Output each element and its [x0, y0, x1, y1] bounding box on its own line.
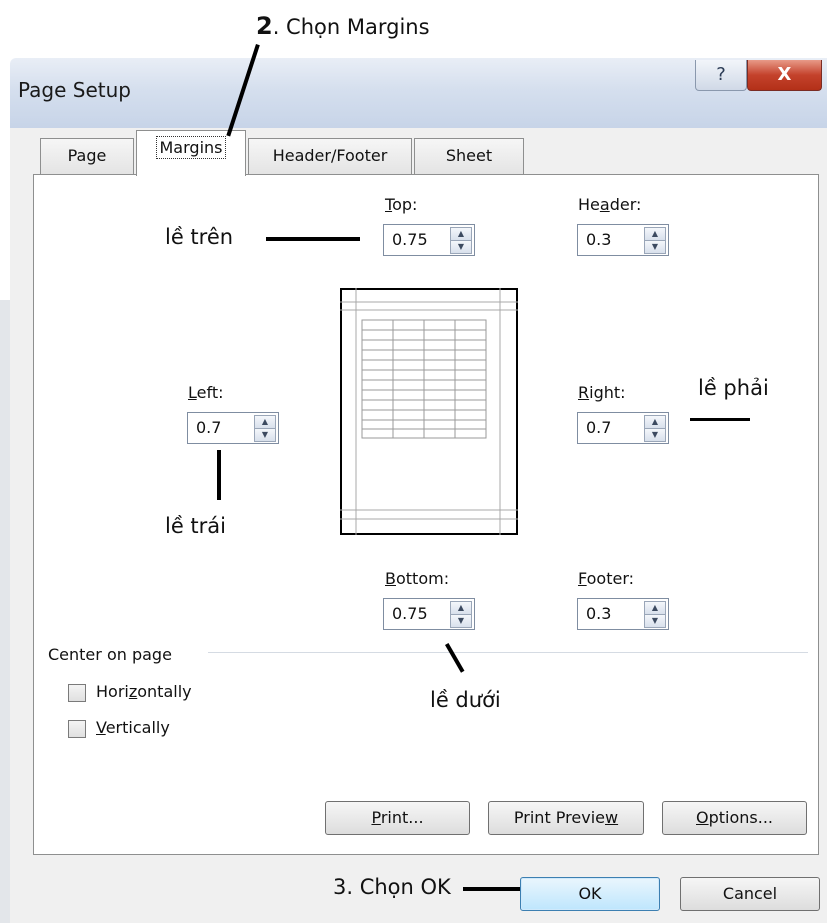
tab-label: Margins: [155, 136, 227, 159]
close-button[interactable]: X: [747, 60, 822, 91]
print-preview-button[interactable]: Print Preview: [488, 801, 644, 835]
spin-up-icon[interactable]: ▲: [644, 227, 666, 240]
spin-up-icon[interactable]: ▲: [254, 415, 276, 428]
group-divider: [208, 652, 808, 653]
right-margin-annotation: lề phải: [698, 376, 769, 400]
footer-margin-spinner[interactable]: 0.3 ▲ ▼: [577, 598, 669, 630]
spin-up-icon[interactable]: ▲: [450, 227, 472, 240]
tab-label: Sheet: [445, 146, 493, 165]
dialog-title: Page Setup: [18, 78, 131, 102]
center-on-page-label: Center on page: [48, 645, 172, 664]
vertically-checkbox[interactable]: [68, 720, 86, 738]
left-margin-annotation: lề trái: [165, 514, 227, 538]
ok-button[interactable]: OK: [520, 877, 660, 911]
spin-up-icon[interactable]: ▲: [644, 415, 666, 428]
tab-header-footer[interactable]: Header/Footer: [248, 138, 412, 174]
background-window-edge: [0, 300, 10, 923]
spin-down-icon[interactable]: ▼: [644, 240, 666, 254]
step-3-pointer-line: [463, 887, 523, 891]
footer-margin-value[interactable]: 0.3: [586, 604, 611, 623]
top-margin-label: Top:: [385, 195, 418, 214]
top-margin-pointer-line: [266, 237, 360, 241]
help-button[interactable]: ?: [695, 60, 747, 91]
vertically-label[interactable]: Vertically: [96, 718, 170, 737]
left-margin-pointer-line: [217, 450, 221, 500]
horizontally-checkbox[interactable]: [68, 684, 86, 702]
bottom-margin-value[interactable]: 0.75: [392, 604, 428, 623]
tab-page[interactable]: Page: [40, 138, 134, 174]
bottom-margin-annotation: lề dưới: [430, 688, 501, 712]
spin-down-icon[interactable]: ▼: [450, 240, 472, 254]
cancel-button[interactable]: Cancel: [680, 877, 820, 911]
top-margin-annotation: lề trên: [165, 225, 234, 249]
right-margin-label: Right:: [578, 383, 626, 402]
spin-up-icon[interactable]: ▲: [644, 601, 666, 614]
header-margin-label: Header:: [578, 195, 642, 214]
tab-label: Header/Footer: [272, 146, 388, 165]
bottom-margin-spinner[interactable]: 0.75 ▲ ▼: [383, 598, 475, 630]
top-margin-value[interactable]: 0.75: [392, 230, 428, 249]
left-margin-label: Left:: [188, 383, 224, 402]
spin-down-icon[interactable]: ▼: [254, 428, 276, 442]
page-preview: [340, 288, 518, 535]
header-margin-spinner[interactable]: 0.3 ▲ ▼: [577, 224, 669, 256]
tab-sheet[interactable]: Sheet: [414, 138, 524, 174]
step-2-annotation: 2. Chọn Margins: [256, 12, 430, 40]
bottom-margin-label: Bottom:: [385, 569, 450, 588]
header-margin-value[interactable]: 0.3: [586, 230, 611, 249]
options-button[interactable]: Options...: [662, 801, 807, 835]
spin-down-icon[interactable]: ▼: [644, 428, 666, 442]
footer-margin-label: Footer:: [578, 569, 635, 588]
right-margin-pointer-line: [690, 418, 750, 421]
spin-down-icon[interactable]: ▼: [644, 614, 666, 628]
tab-margins[interactable]: Margins: [136, 130, 246, 176]
top-margin-spinner[interactable]: 0.75 ▲ ▼: [383, 224, 475, 256]
close-icon: X: [777, 64, 792, 85]
spin-down-icon[interactable]: ▼: [450, 614, 472, 628]
right-margin-spinner[interactable]: 0.7 ▲ ▼: [577, 412, 669, 444]
left-margin-spinner[interactable]: 0.7 ▲ ▼: [187, 412, 279, 444]
print-button[interactable]: Print...: [325, 801, 470, 835]
help-icon: ?: [716, 64, 726, 85]
horizontally-label[interactable]: Horizontally: [96, 682, 192, 701]
spin-up-icon[interactable]: ▲: [450, 601, 472, 614]
left-margin-value[interactable]: 0.7: [196, 418, 221, 437]
right-margin-value[interactable]: 0.7: [586, 418, 611, 437]
tab-label: Page: [67, 146, 107, 165]
step-3-annotation: 3. Chọn OK: [333, 875, 451, 899]
